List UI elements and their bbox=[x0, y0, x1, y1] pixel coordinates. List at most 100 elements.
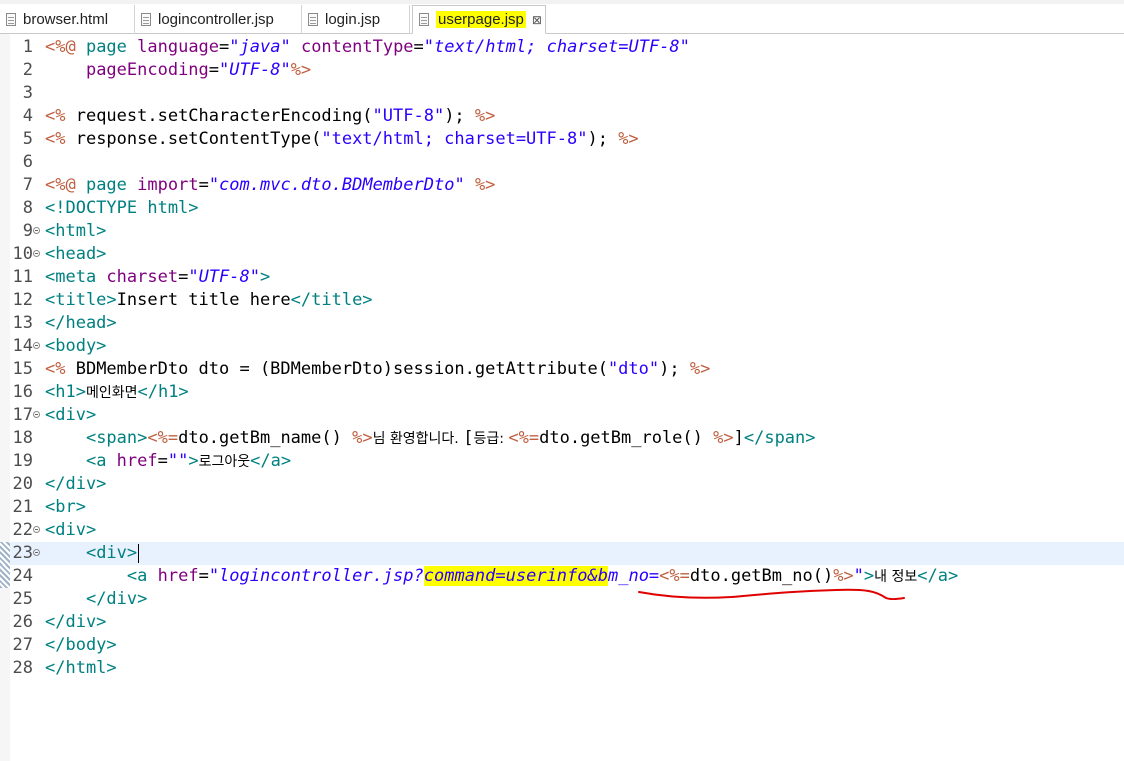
code-line[interactable]: 2 pageEncoding="UTF-8"%> bbox=[0, 59, 1124, 82]
tab-browser-html[interactable]: browser.html bbox=[0, 5, 135, 34]
code-token: "text/html; charset=UTF-8" bbox=[321, 129, 588, 149]
code-line[interactable]: 27 </body> bbox=[0, 634, 1124, 657]
code-text: <% BDMemberDto dto = (BDMemberDto)sessio… bbox=[45, 358, 710, 381]
code-token: ); bbox=[659, 359, 690, 379]
code-token: </div> bbox=[45, 612, 107, 632]
code-token: > bbox=[259, 267, 271, 287]
line-number: 27 bbox=[12, 635, 33, 655]
tab-logincontroller-jsp[interactable]: logincontroller.jsp bbox=[135, 5, 302, 34]
code-line[interactable]: 3 bbox=[0, 82, 1124, 105]
close-tab-icon[interactable]: ⊠ bbox=[532, 14, 542, 26]
code-line[interactable]: 10 <head> bbox=[0, 243, 1124, 266]
code-token: <a bbox=[85, 451, 117, 471]
code-text: <span><%=dto.getBm_name() %>님 환영합니다. [등급… bbox=[45, 427, 816, 451]
code-line[interactable]: 9 <html> bbox=[0, 220, 1124, 243]
line-number: 19 bbox=[12, 451, 33, 471]
fold-toggle-icon[interactable] bbox=[33, 227, 40, 234]
code-token: "java" bbox=[229, 37, 291, 57]
code-token: %> bbox=[474, 106, 496, 126]
file-icon bbox=[419, 13, 429, 26]
code-token: " bbox=[853, 566, 864, 586]
fold-toggle-icon[interactable] bbox=[33, 526, 40, 533]
code-text: </html> bbox=[45, 657, 117, 680]
line-number: 15 bbox=[12, 359, 33, 379]
fold-toggle-icon[interactable] bbox=[33, 342, 40, 349]
code-token: contentType bbox=[300, 37, 414, 57]
tab-userpage-jsp[interactable]: userpage.jsp ⊠ bbox=[412, 5, 546, 34]
code-token: </a> bbox=[917, 566, 959, 586]
code-token: page bbox=[85, 37, 138, 57]
code-token: %> bbox=[689, 359, 711, 379]
code-line[interactable]: 12 <title>Insert title here</title> bbox=[0, 289, 1124, 312]
code-token: = bbox=[413, 37, 424, 57]
code-token: ); bbox=[587, 129, 619, 149]
code-token: </span> bbox=[743, 428, 816, 448]
code-line[interactable]: 25 </div> bbox=[0, 588, 1124, 611]
code-token: "text/html; charset=UTF-8" bbox=[423, 37, 690, 57]
code-line[interactable]: 13 </head> bbox=[0, 312, 1124, 335]
code-line[interactable]: 18 <span><%=dto.getBm_name() %>님 환영합니다. … bbox=[0, 427, 1124, 450]
code-line[interactable]: 22 <div> bbox=[0, 519, 1124, 542]
code-line[interactable]: 6 bbox=[0, 151, 1124, 174]
code-token: = bbox=[178, 267, 189, 287]
code-token: <%= bbox=[508, 428, 540, 448]
code-line[interactable]: 5 <% response.setContentType("text/html; … bbox=[0, 128, 1124, 151]
code-token: "logincontroller.jsp? bbox=[208, 566, 424, 586]
code-line[interactable]: 15 <% BDMemberDto dto = (BDMemberDto)sess… bbox=[0, 358, 1124, 381]
code-line[interactable]: 20 </div> bbox=[0, 473, 1124, 496]
code-token: "UTF-8" bbox=[188, 267, 260, 287]
fold-toggle-icon[interactable] bbox=[33, 250, 40, 257]
code-line[interactable]: 28 </html> bbox=[0, 657, 1124, 680]
code-token: dto.getBm_no() bbox=[689, 566, 834, 586]
code-token: charset bbox=[106, 267, 179, 287]
code-line[interactable]: 1 <%@ page language="java" contentType="t… bbox=[0, 36, 1124, 59]
code-token: <%@ bbox=[45, 37, 86, 57]
code-text: </body> bbox=[45, 634, 117, 657]
code-line[interactable]: 23 <div> bbox=[0, 542, 1124, 565]
code-line[interactable]: 8 <!DOCTYPE html> bbox=[0, 197, 1124, 220]
fold-toggle-icon[interactable] bbox=[33, 411, 40, 418]
tab-login-jsp[interactable]: login.jsp bbox=[302, 5, 410, 34]
code-token: import bbox=[137, 175, 199, 195]
line-number: 12 bbox=[12, 290, 33, 310]
line-number: 7 bbox=[22, 175, 33, 195]
code-token: <br> bbox=[45, 497, 86, 517]
code-token: <!DOCTYPE html> bbox=[45, 198, 199, 218]
code-line[interactable]: 24 <a href="logincontroller.jsp?command=… bbox=[0, 565, 1124, 588]
code-token: ] bbox=[733, 428, 744, 448]
code-token: %> bbox=[618, 129, 639, 149]
line-number: 9 bbox=[22, 221, 33, 241]
tab-label: browser.html bbox=[23, 11, 109, 28]
code-token: "" bbox=[167, 451, 189, 471]
red-underline-annotation bbox=[638, 588, 905, 601]
code-token: dto.getBm_name() bbox=[178, 428, 353, 448]
code-token: <% bbox=[45, 359, 76, 379]
line-number: 16 bbox=[12, 382, 33, 402]
code-token: href bbox=[116, 451, 158, 471]
code-line[interactable]: 17 <div> bbox=[0, 404, 1124, 427]
line-number: 8 bbox=[22, 198, 33, 218]
code-line[interactable]: 14 <body> bbox=[0, 335, 1124, 358]
code-line[interactable]: 26 </div> bbox=[0, 611, 1124, 634]
code-text: </head> bbox=[45, 312, 117, 335]
code-editor[interactable]: 1 <%@ page language="java" contentType="t… bbox=[0, 34, 1124, 761]
tab-label: userpage.jsp bbox=[436, 11, 526, 28]
code-token: <meta bbox=[45, 267, 107, 287]
line-number: 13 bbox=[12, 313, 33, 333]
code-line[interactable]: 16 <h1>메인화면</h1> bbox=[0, 381, 1124, 404]
code-token: <%= bbox=[147, 428, 179, 448]
code-line[interactable]: 19 <a href="">로그아웃</a> bbox=[0, 450, 1124, 473]
code-token: %> bbox=[352, 428, 373, 448]
code-line[interactable]: 4 <% request.setCharacterEncoding("UTF-8"… bbox=[0, 105, 1124, 128]
fold-toggle-icon[interactable] bbox=[33, 549, 40, 556]
code-line[interactable]: 7 <%@ page import="com.mvc.dto.BDMemberDt… bbox=[0, 174, 1124, 197]
line-number: 14 bbox=[12, 336, 33, 356]
code-line[interactable]: 21 <br> bbox=[0, 496, 1124, 519]
code-line[interactable]: 11 <meta charset="UTF-8"> bbox=[0, 266, 1124, 289]
file-icon bbox=[308, 13, 318, 26]
